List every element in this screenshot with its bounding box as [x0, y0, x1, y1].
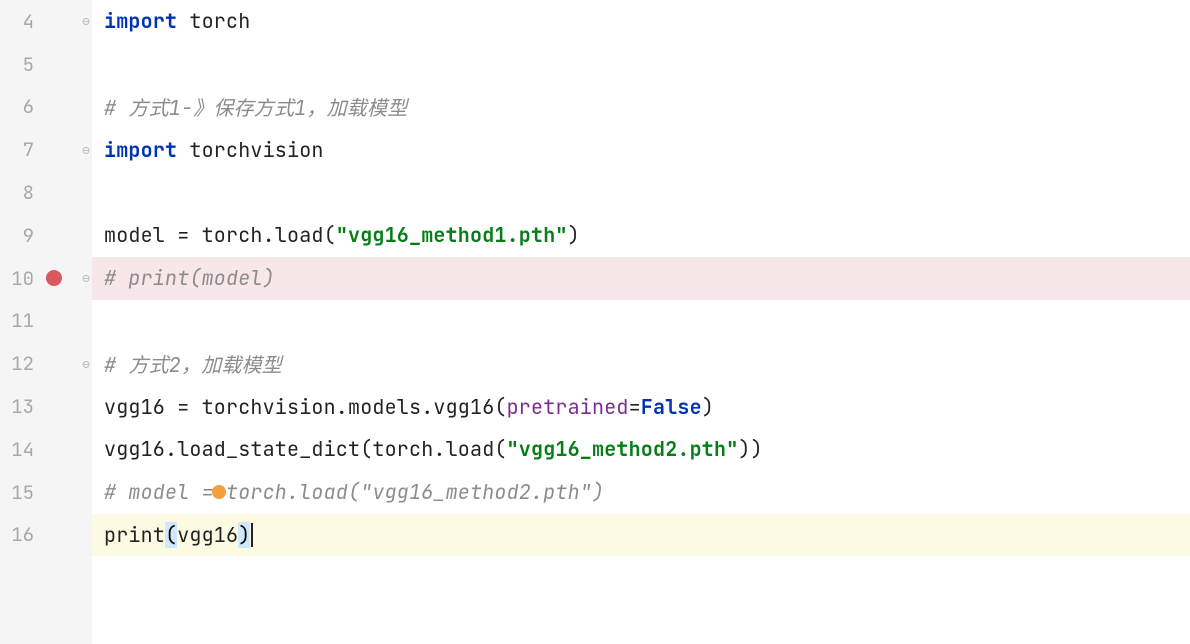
gutter: 4⊖567⊖8910⊖1112⊖13141516	[0, 0, 92, 644]
gutter-row[interactable]: 9	[0, 214, 92, 257]
token-id: torchvision	[177, 137, 323, 163]
code-line[interactable]: # 方式1-》保存方式1，加载模型	[92, 86, 1190, 129]
token-op: =	[177, 394, 189, 420]
token-call: print	[104, 522, 165, 548]
token-kw: import	[104, 137, 177, 163]
token-comment: # model = torch.load("vgg16_method2.pth"…	[104, 479, 604, 505]
token-comment: # print(model)	[104, 265, 275, 291]
code-line[interactable]: # 方式2，加载模型	[92, 342, 1190, 385]
code-line[interactable]: # model = torch.load("vgg16_method2.pth"…	[92, 471, 1190, 514]
gutter-row[interactable]: 4⊖	[0, 0, 92, 43]
token-call: )	[702, 394, 714, 420]
token-kw: import	[104, 8, 177, 34]
token-id: vgg16	[104, 394, 177, 420]
token-paren-hl: )	[238, 522, 250, 548]
token-id: torch	[177, 8, 250, 34]
token-paren-hl: (	[165, 522, 177, 548]
line-number: 13	[0, 394, 40, 419]
token-call: )	[568, 222, 580, 248]
line-number: 15	[0, 480, 40, 505]
line-number: 7	[0, 137, 40, 162]
code-line[interactable]: import torchvision	[92, 128, 1190, 171]
token-kw: False	[641, 394, 702, 420]
text-caret	[251, 523, 253, 547]
gutter-row[interactable]: 10 ⊖	[0, 257, 92, 300]
code-line[interactable]: import torch	[92, 0, 1190, 43]
gutter-row[interactable]: 16	[0, 514, 92, 557]
gutter-row[interactable]: 13	[0, 385, 92, 428]
code-line[interactable]: model = torch.load("vgg16_method1.pth")	[92, 214, 1190, 257]
gutter-row[interactable]: 14	[0, 428, 92, 471]
token-op: =	[177, 222, 189, 248]
line-number: 9	[0, 223, 40, 248]
code-line[interactable]	[92, 300, 1190, 343]
gutter-row[interactable]: 8	[0, 171, 92, 214]
token-call: ))	[738, 436, 762, 462]
line-number: 8	[0, 180, 40, 205]
gutter-row[interactable]: 7⊖	[0, 128, 92, 171]
code-editor[interactable]: import torch # 方式1-》保存方式1，加载模型 import torc…	[92, 0, 1190, 644]
line-number: 10	[0, 266, 40, 291]
gutter-row[interactable]: 5	[0, 43, 92, 86]
line-number: 14	[0, 437, 40, 462]
code-line[interactable]	[92, 171, 1190, 214]
token-id: model	[104, 222, 177, 248]
token-str: "vgg16_method2.pth"	[507, 436, 739, 462]
token-call: torch.load(	[189, 222, 335, 248]
line-number: 16	[0, 522, 40, 547]
fold-icon[interactable]: ⊖	[82, 355, 90, 372]
line-number: 12	[0, 351, 40, 376]
token-comment: # 方式2，加载模型	[104, 349, 282, 378]
token-kwarg: pretrained	[507, 394, 629, 420]
gutter-row[interactable]: 12 ⊖	[0, 342, 92, 385]
gutter-row[interactable]: 6	[0, 86, 92, 129]
line-number: 4	[0, 9, 40, 34]
fold-icon[interactable]: ⊖	[82, 141, 90, 158]
line-number: 11	[0, 308, 40, 333]
code-line[interactable]: vgg16.load_state_dict(torch.load("vgg16_…	[92, 428, 1190, 471]
code-line[interactable]: print(vgg16)	[92, 514, 1190, 557]
line-number: 5	[0, 52, 40, 77]
gutter-row[interactable]: 15	[0, 471, 92, 514]
intention-bulb-icon[interactable]	[212, 485, 226, 499]
token-str: "vgg16_method1.pth"	[336, 222, 568, 248]
token-call: vgg16.load_state_dict(torch.load(	[104, 436, 507, 462]
code-line[interactable]: # print(model)	[92, 257, 1190, 300]
breakpoint-icon[interactable]	[46, 270, 62, 286]
fold-icon[interactable]: ⊖	[82, 13, 90, 30]
fold-icon[interactable]: ⊖	[82, 270, 90, 287]
line-number: 6	[0, 94, 40, 119]
code-line[interactable]: vgg16 = torchvision.models.vgg16(pretrai…	[92, 385, 1190, 428]
token-op: =	[629, 394, 641, 420]
token-id: vgg16	[177, 522, 238, 548]
token-call: torchvision.models.vgg16(	[189, 394, 506, 420]
gutter-row[interactable]: 11	[0, 300, 92, 343]
token-comment: # 方式1-》保存方式1，加载模型	[104, 92, 407, 121]
code-line[interactable]	[92, 43, 1190, 86]
